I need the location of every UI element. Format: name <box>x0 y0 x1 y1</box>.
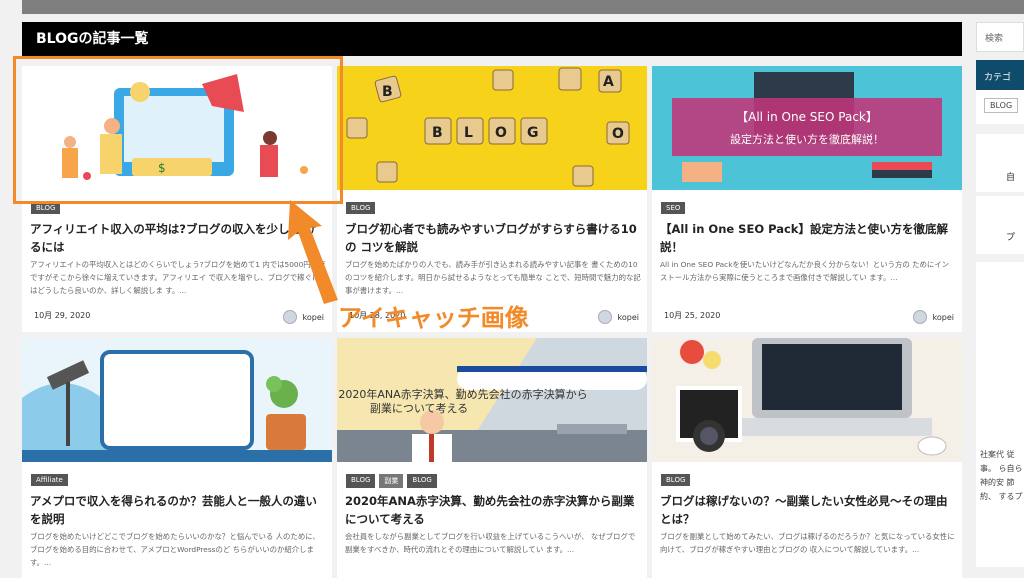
section-title: BLOGの記事一覧 <box>22 22 962 56</box>
profile-text: 社案代 従事。 ら自ら 神的安 節約、 するプ <box>980 450 1023 501</box>
article-card[interactable]: 2020年ANA赤字決算、勤め先会社の赤字決算から 副業について考える BLOG… <box>337 338 647 578</box>
category-badge[interactable]: 副業 <box>379 474 404 488</box>
sidebar-box: プ <box>976 196 1024 254</box>
article-card[interactable]: 【All in One SEO Pack】 設定方法と使い方を徹底解説！ SEO… <box>652 66 962 332</box>
category-badges: SEO <box>661 202 686 214</box>
eyecatch-image[interactable] <box>22 338 332 462</box>
article-excerpt: ブログを副業として始めてみたい、ブログは稼げるのだろうか？と気になっている女性に… <box>660 532 955 554</box>
top-bar <box>22 0 1024 14</box>
article-title[interactable]: 【All in One SEO Pack】設定方法と使い方を徹底解 説！ <box>660 220 956 256</box>
category-widget-header: カテゴ <box>976 60 1024 90</box>
category-badges: BLOG 副業 BLOG <box>346 474 437 488</box>
author-avatar-icon <box>282 310 297 324</box>
category-badge[interactable]: SEO <box>661 202 686 214</box>
article-card[interactable]: B L O G B A O BLOG ブログ初心者でも読みやすいブログがすらすら… <box>337 66 647 332</box>
category-badge[interactable]: BLOG <box>661 474 691 486</box>
article-meta: 10月 25, 2020 kopei <box>664 310 954 324</box>
category-badges: BLOG <box>346 202 376 214</box>
article-excerpt: ブログを始めたばかりの人でも、読み手が引き込まれる読みやすい記事を 書くための1… <box>345 260 641 295</box>
sidebar-box: 自 <box>976 134 1024 192</box>
sidebar-box-text: 自 <box>1006 173 1016 183</box>
eyecatch-image[interactable]: B L O G B A O <box>337 66 647 190</box>
svg-text:2020年ANA赤字決算、勤め先会社の赤字決算から: 2020年ANA赤字決算、勤め先会社の赤字決算から <box>338 387 587 401</box>
author[interactable]: kopei <box>597 310 639 324</box>
article-meta: 10月 29, 2020 kopei <box>34 310 324 324</box>
author-name: kopei <box>302 312 324 322</box>
category-badge[interactable]: BLOG <box>407 474 437 488</box>
category-badge[interactable]: BLOG <box>346 474 376 488</box>
svg-text:【All in One SEO Pack】: 【All in One SEO Pack】 <box>736 110 878 124</box>
post-date: 10月 29, 2020 <box>34 311 91 320</box>
category-tag[interactable]: BLOG <box>984 98 1019 113</box>
author[interactable]: kopei <box>912 310 954 324</box>
author[interactable]: kopei <box>282 310 324 324</box>
author-name: kopei <box>932 312 954 322</box>
article-excerpt: All in One SEO Packを使いたいけどなんだか良く分からない！とい… <box>660 260 950 282</box>
category-badges: BLOG <box>661 474 691 486</box>
eyecatch-image[interactable]: 【All in One SEO Pack】 設定方法と使い方を徹底解説！ <box>652 66 962 190</box>
annotation-label: アイキャッチ画像 <box>338 304 529 332</box>
svg-text:B: B <box>432 125 443 141</box>
category-badge[interactable]: BLOG <box>346 202 376 214</box>
category-badge[interactable]: Affiliate <box>31 474 68 486</box>
svg-text:副業について考える: 副業について考える <box>370 402 468 415</box>
article-title[interactable]: ブログ初心者でも読みやすいブログがすらすら書ける10の コツを解説 <box>345 220 641 256</box>
author-avatar-icon <box>597 310 612 324</box>
svg-text:B: B <box>382 84 393 100</box>
category-badges: Affiliate <box>31 474 68 486</box>
article-excerpt: ブログを始めたいけどどこでブログを始めたらいいのかな？と悩んでいる 人のために、… <box>30 532 320 567</box>
article-excerpt: 会社員をしながら副業としてブログを行い収益を上げているこうへいが、 なぜブログで… <box>345 532 636 554</box>
svg-text:G: G <box>527 125 539 141</box>
search-input[interactable]: 検索 <box>976 22 1024 52</box>
post-date: 10月 25, 2020 <box>664 311 721 320</box>
article-title[interactable]: アメプロで収入を得られるのか？芸能人と一般人の違い を説明 <box>30 492 326 528</box>
author-name: kopei <box>617 312 639 322</box>
sidebar-box-text: プ <box>1006 233 1016 243</box>
arrow-icon <box>288 200 338 304</box>
eyecatch-image[interactable]: 2020年ANA赤字決算、勤め先会社の赤字決算から 副業について考える <box>337 338 647 462</box>
article-card[interactable]: Affiliate アメプロで収入を得られるのか？芸能人と一般人の違い を説明 … <box>22 338 332 578</box>
article-title[interactable]: 2020年ANA赤字決算、勤め先会社の赤字決算から副業 について考える <box>345 492 641 528</box>
author-avatar-icon <box>912 310 927 324</box>
article-card[interactable]: BLOG ブログは稼げないの？〜副業したい女性必見〜その理由 とは？ ブログを副… <box>652 338 962 578</box>
category-widget: BLOG <box>976 90 1024 124</box>
svg-text:L: L <box>464 125 473 141</box>
svg-text:A: A <box>603 74 614 90</box>
svg-text:O: O <box>612 126 624 142</box>
svg-text:設定方法と使い方を徹底解説！: 設定方法と使い方を徹底解説！ <box>730 132 884 146</box>
eyecatch-image[interactable] <box>652 338 962 462</box>
article-title[interactable]: ブログは稼げないの？〜副業したい女性必見〜その理由 とは？ <box>660 492 956 528</box>
profile-box: 社案代 従事。 ら自ら 神的安 節約、 するプ <box>976 262 1024 567</box>
eyecatch-highlight-frame <box>13 56 343 204</box>
svg-text:O: O <box>495 125 507 141</box>
